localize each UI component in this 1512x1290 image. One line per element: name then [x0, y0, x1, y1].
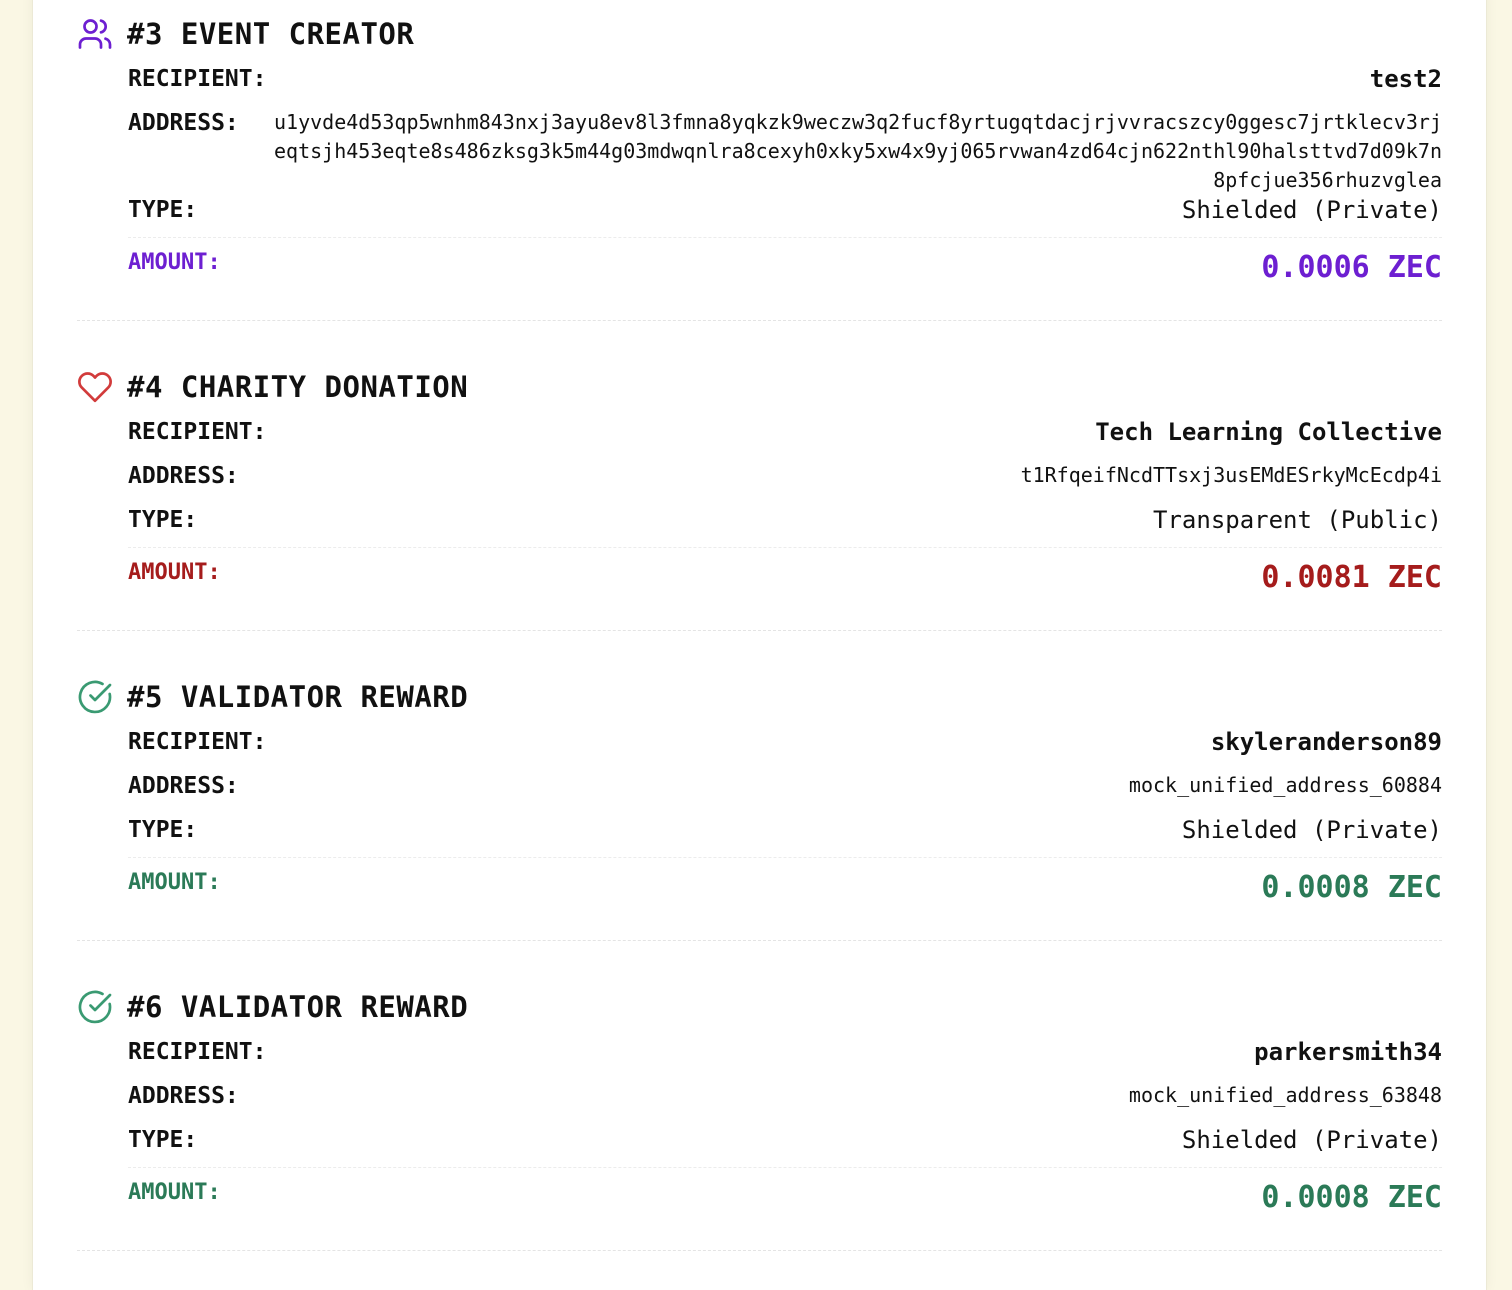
type-row: TYPE: Transparent (Public)	[128, 505, 1442, 548]
address-row: ADDRESS: mock_unified_address_63848	[128, 1081, 1442, 1125]
check-circle-icon	[77, 989, 113, 1025]
recipient-label: RECIPIENT:	[128, 729, 267, 755]
recipient-row: RECIPIENT: parkersmith34	[128, 1037, 1442, 1081]
users-icon	[77, 16, 113, 52]
type-value: Shielded (Private)	[1181, 816, 1442, 844]
type-label: TYPE:	[128, 507, 198, 533]
amount-label: AMOUNT:	[128, 560, 221, 585]
amount-label: AMOUNT:	[128, 870, 221, 895]
amount-value: 0.0081 ZEC	[1261, 560, 1442, 595]
address-value: mock_unified_address_60884	[1128, 773, 1442, 797]
type-label: TYPE:	[128, 197, 198, 223]
amount-value: 0.0008 ZEC	[1261, 1180, 1442, 1215]
transactions-card: #3 EVENT CREATOR RECIPIENT: test2 ADDRES…	[32, 0, 1487, 1290]
address-row: ADDRESS: mock_unified_address_60884	[128, 771, 1442, 815]
recipient-row: RECIPIENT: skyleranderson89	[128, 727, 1442, 771]
heart-icon	[77, 369, 113, 405]
amount-row: AMOUNT: 0.0081 ZEC	[128, 548, 1442, 602]
recipient-value: test2	[1369, 65, 1442, 93]
recipient-value: parkersmith34	[1254, 1038, 1442, 1066]
address-row: ADDRESS: u1yvde4d53qp5wnhm843nxj3ayu8ev8…	[128, 108, 1442, 195]
payout-list: #3 EVENT CREATOR RECIPIENT: test2 ADDRES…	[77, 0, 1442, 1283]
amount-value: 0.0006 ZEC	[1261, 250, 1442, 285]
amount-row: AMOUNT: 0.0008 ZEC	[128, 1168, 1442, 1222]
amount-value: 0.0008 ZEC	[1261, 870, 1442, 905]
recipient-label: RECIPIENT:	[128, 419, 267, 445]
check-circle-icon	[77, 679, 113, 715]
payout-entry: #3 EVENT CREATOR RECIPIENT: test2 ADDRES…	[77, 0, 1442, 321]
type-value: Shielded (Private)	[1181, 1126, 1442, 1154]
type-label: TYPE:	[128, 1127, 198, 1153]
type-value: Transparent (Public)	[1153, 506, 1442, 534]
type-value: Shielded (Private)	[1181, 196, 1442, 224]
recipient-value: Tech Learning Collective	[1095, 418, 1442, 446]
address-label: ADDRESS:	[128, 110, 239, 136]
amount-row: AMOUNT: 0.0006 ZEC	[128, 238, 1442, 292]
address-label: ADDRESS:	[128, 463, 239, 489]
payout-entry: #4 CHARITY DONATION RECIPIENT: Tech Lear…	[77, 353, 1442, 631]
type-row: TYPE: Shielded (Private)	[128, 1125, 1442, 1168]
recipient-label: RECIPIENT:	[128, 1039, 267, 1065]
address-label: ADDRESS:	[128, 773, 239, 799]
type-row: TYPE: Shielded (Private)	[128, 195, 1442, 238]
entry-title: #6 VALIDATOR REWARD	[127, 990, 469, 1024]
amount-row: AMOUNT: 0.0008 ZEC	[128, 858, 1442, 912]
address-value: mock_unified_address_63848	[1128, 1083, 1442, 1107]
entry-header: #4 CHARITY DONATION	[77, 367, 1442, 407]
recipient-row: RECIPIENT: Tech Learning Collective	[128, 417, 1442, 461]
address-label: ADDRESS:	[128, 1083, 239, 1109]
address-value: t1RfqeifNcdTTsxj3usEMdESrkyMcEcdp4i	[1020, 463, 1442, 487]
recipient-label: RECIPIENT:	[128, 66, 267, 92]
type-row: TYPE: Shielded (Private)	[128, 815, 1442, 858]
entry-header: #6 VALIDATOR REWARD	[77, 987, 1442, 1027]
payout-entry: #5 VALIDATOR REWARD RECIPIENT: skylerand…	[77, 663, 1442, 941]
address-row: ADDRESS: t1RfqeifNcdTTsxj3usEMdESrkyMcEc…	[128, 461, 1442, 505]
payout-entry: #6 VALIDATOR REWARD RECIPIENT: parkersmi…	[77, 973, 1442, 1251]
amount-label: AMOUNT:	[128, 1180, 221, 1205]
type-label: TYPE:	[128, 817, 198, 843]
address-value: u1yvde4d53qp5wnhm843nxj3ayu8ev8l3fmna8yq…	[274, 110, 1442, 192]
recipient-value: skyleranderson89	[1210, 728, 1442, 756]
amount-label: AMOUNT:	[128, 250, 221, 275]
entry-header: #3 EVENT CREATOR	[77, 14, 1442, 54]
entry-header: #5 VALIDATOR REWARD	[77, 677, 1442, 717]
entry-title: #4 CHARITY DONATION	[127, 370, 469, 404]
entry-title: #3 EVENT CREATOR	[127, 17, 415, 51]
entry-title: #5 VALIDATOR REWARD	[127, 680, 469, 714]
recipient-row: RECIPIENT: test2	[128, 64, 1442, 108]
